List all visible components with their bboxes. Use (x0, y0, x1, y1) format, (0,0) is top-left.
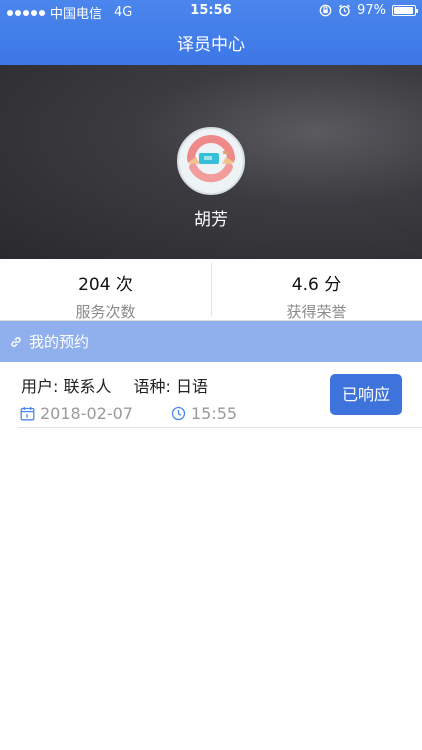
appointment-language: 语种: 日语 (133, 377, 208, 396)
responded-button[interactable]: 已响应 (330, 374, 402, 415)
app-header: 中国电信 4G 15:56 97% 译员中心 (0, 0, 422, 65)
calendar-icon (20, 406, 35, 421)
honor-score-label: 获得荣誉 (286, 303, 347, 321)
section-title: 我的预约 (29, 333, 90, 351)
status-bar: 中国电信 4G 15:56 97% (0, 0, 422, 22)
my-appointments-header: 我的预约 (0, 321, 422, 362)
profile-name: 胡芳 (194, 210, 228, 230)
clock-icon (171, 406, 186, 421)
link-icon (9, 335, 23, 349)
handshake-logo-icon (180, 130, 242, 192)
honor-score-value: 4.6 分 (291, 275, 342, 295)
appointment-item[interactable]: 用户: 联系人 语种: 日语 2018-02-07 15:55 已响应 (18, 362, 422, 428)
service-count-value: 204 次 (78, 275, 133, 295)
avatar[interactable] (177, 127, 245, 195)
honor-score-stat: 4.6 分 获得荣誉 (211, 259, 422, 321)
page-title: 译员中心 (177, 35, 245, 55)
service-count-label: 服务次数 (75, 303, 136, 321)
alarm-icon (338, 4, 351, 17)
service-count-stat: 204 次 服务次数 (0, 259, 211, 321)
battery-icon (392, 5, 418, 16)
profile-banner: 胡芳 (0, 65, 422, 259)
appointment-user: 用户: 联系人 (21, 377, 112, 396)
appointment-date: 2018-02-07 (40, 404, 133, 423)
rotation-lock-icon (319, 4, 332, 17)
battery-percent: 97% (357, 3, 386, 18)
stats-row: 204 次 服务次数 4.6 分 获得荣誉 (0, 259, 422, 321)
appointment-time: 15:55 (190, 404, 238, 423)
